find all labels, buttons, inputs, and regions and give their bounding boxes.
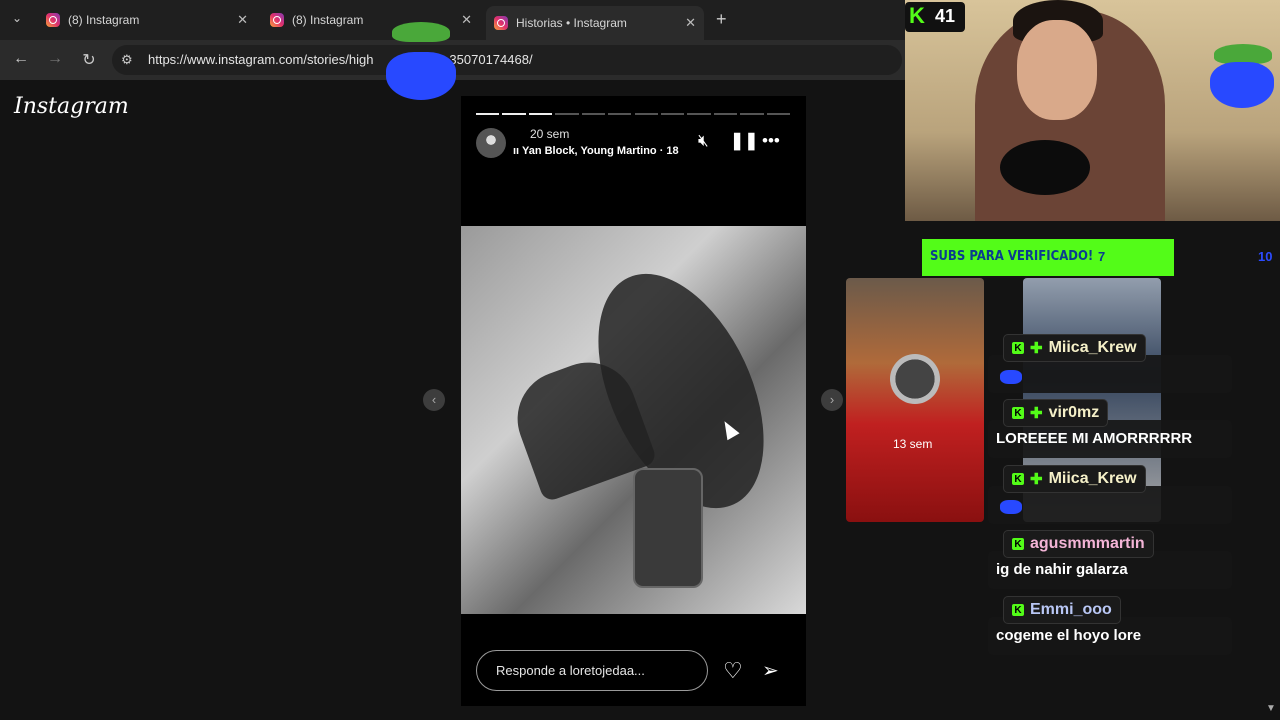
chat-username: K ✚ Miica_Krew — [1003, 465, 1146, 493]
kick-badge-icon: K — [1012, 473, 1024, 485]
heart-icon[interactable]: ♡ — [723, 658, 743, 684]
progress-segment — [502, 113, 526, 115]
forward-icon[interactable]: → — [45, 50, 65, 68]
pause-icon[interactable]: ❚❚ — [730, 131, 759, 151]
pepe-emote-icon — [1214, 44, 1272, 64]
progress-segment — [660, 113, 685, 115]
chat-message: ig de nahir galarza — [996, 561, 1128, 578]
send-icon[interactable]: ➢ — [762, 658, 779, 683]
instagram-favicon-icon — [270, 13, 284, 27]
preview-time: 13 sem — [893, 437, 933, 451]
pepe-emote-icon — [1000, 370, 1022, 384]
tab-list-icon[interactable]: ⌄ — [12, 11, 22, 25]
progress-segment — [476, 113, 500, 115]
new-tab-button[interactable]: + — [716, 9, 727, 30]
preview-avatar — [890, 354, 940, 404]
kick-badge-icon: K — [1012, 407, 1024, 419]
url-text[interactable]: https://www.instagram.com/stories/high 35… — [148, 52, 533, 67]
subs-banner-text: SUBS PARA VERIFICADO! — [930, 249, 1094, 264]
username-text: Miica_Krew — [1048, 339, 1137, 356]
music-bars-icon: ıı — [513, 145, 522, 157]
viewer-count: 41 — [935, 6, 956, 26]
instagram-logo[interactable]: Instagram — [14, 94, 129, 119]
chat-message: cogeme el hoyo lore — [996, 627, 1142, 644]
progress-segment — [740, 113, 764, 115]
previous-story-icon[interactable]: ‹ — [423, 389, 445, 411]
webcam-overlay — [905, 0, 1280, 221]
progress-segment — [687, 113, 711, 115]
plus-badge-icon: ✚ — [1030, 405, 1043, 422]
reload-icon[interactable]: ↻ — [79, 50, 99, 70]
tab-title: (8) Instagram — [68, 13, 140, 27]
microphone — [1000, 140, 1090, 195]
progress-segment — [581, 113, 606, 115]
progress-segment — [713, 113, 738, 115]
story-time: 20 sem — [530, 127, 570, 141]
tab-title: (8) Instagram — [292, 13, 364, 27]
pepe-emote-body — [386, 52, 456, 100]
instagram-favicon-icon — [494, 16, 508, 30]
plus-badge-icon: ✚ — [1030, 471, 1043, 488]
next-story-icon[interactable]: › — [821, 389, 843, 411]
story-avatar[interactable] — [476, 128, 506, 158]
progress-segment — [608, 113, 632, 115]
subs-goal: 10 — [1258, 249, 1273, 264]
story-photo[interactable] — [461, 226, 806, 614]
kick-badge-icon: K — [1012, 342, 1024, 354]
pepe-emote-icon — [1000, 500, 1022, 514]
pepe-emote-icon — [392, 22, 450, 42]
progress-segment — [528, 113, 553, 115]
username-text: Emmi_ooo — [1030, 601, 1112, 618]
photo-phone — [633, 468, 703, 588]
pepe-emote-body — [1210, 62, 1274, 108]
progress-segment — [555, 113, 579, 115]
instagram-favicon-icon — [46, 13, 60, 27]
close-tab-icon[interactable]: ✕ — [237, 12, 248, 28]
tab-instagram-1[interactable]: (8) Instagram ✕ — [38, 6, 256, 34]
reply-placeholder: Responde a loretojedaa... — [496, 663, 645, 678]
close-tab-icon[interactable]: ✕ — [461, 12, 472, 28]
chat-username: K Emmi_ooo — [1003, 596, 1121, 624]
site-settings-icon[interactable]: ⚙ — [121, 52, 133, 68]
kick-logo-icon: K — [909, 3, 925, 28]
username-text: agusmmmartin — [1030, 535, 1145, 552]
username-text: vir0mz — [1048, 404, 1100, 421]
tab-historias[interactable]: Historias • Instagram ✕ — [486, 6, 704, 40]
close-tab-icon[interactable]: ✕ — [685, 15, 696, 31]
scroll-down-icon[interactable]: ▼ — [1266, 703, 1276, 714]
progress-segment — [766, 113, 790, 115]
more-options-icon[interactable]: ••• — [762, 131, 780, 151]
chat-username: K agusmmmartin — [1003, 530, 1154, 558]
story-music[interactable]: ıı Yan Block, Young Martino · 18 — [513, 145, 679, 157]
chat-username: K ✚ vir0mz — [1003, 399, 1109, 427]
tab-title: Historias • Instagram — [516, 16, 627, 30]
plus-badge-icon: ✚ — [1030, 340, 1043, 357]
mute-icon[interactable]: 🔇︎ — [698, 131, 709, 151]
back-icon[interactable]: ← — [11, 50, 31, 68]
chat-message: LOREEEE MI AMORRRRRR — [996, 430, 1193, 447]
chat-username: K ✚ Miica_Krew — [1003, 334, 1146, 362]
username-text: Miica_Krew — [1048, 470, 1137, 487]
kick-badge-icon: K — [1012, 538, 1024, 550]
kick-badge-icon: K — [1012, 604, 1024, 616]
streamer-face — [1017, 20, 1097, 120]
progress-segment — [634, 113, 658, 115]
subs-count: 7 — [1098, 249, 1106, 264]
